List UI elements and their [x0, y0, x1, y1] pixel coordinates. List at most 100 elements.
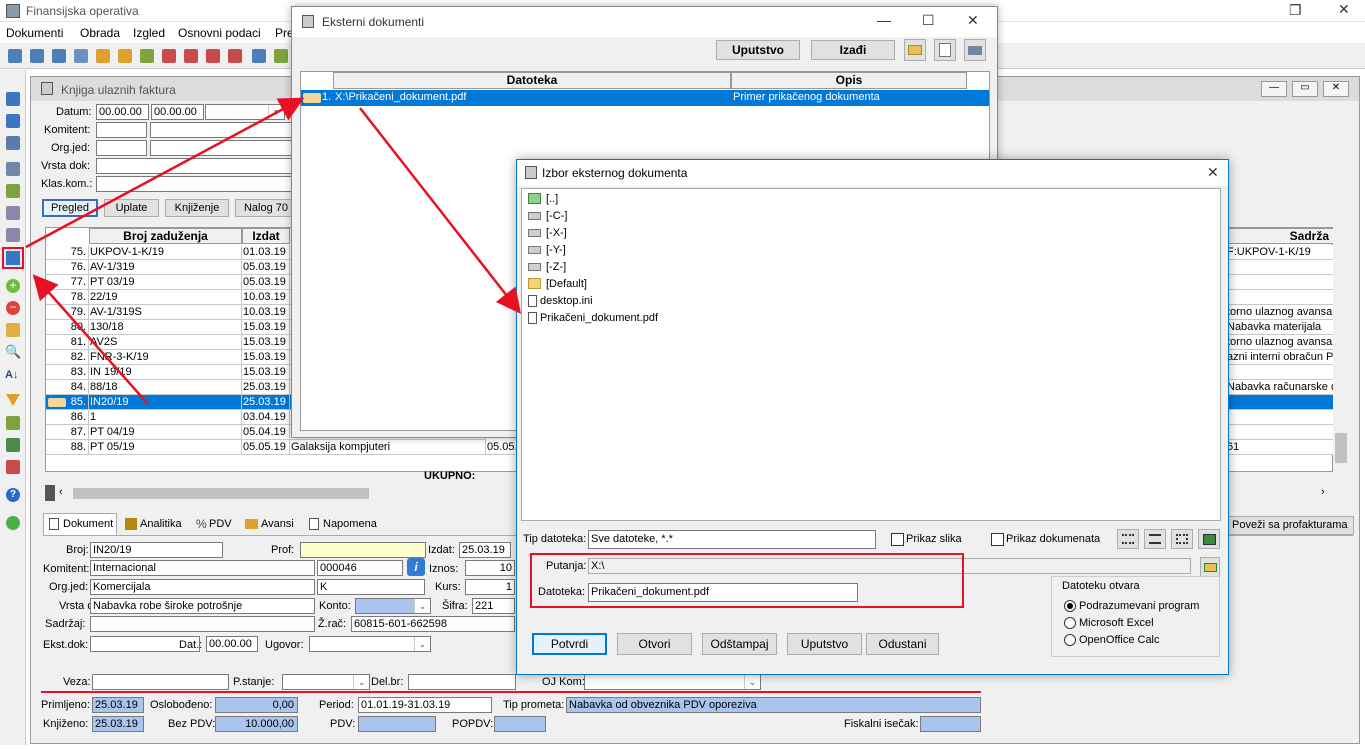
ojkom-field[interactable]: ⌄: [584, 674, 761, 690]
open-folder-button[interactable]: [904, 39, 926, 61]
tab-nalog70[interactable]: Nalog 70: [235, 199, 297, 217]
grid-icon[interactable]: [6, 438, 20, 452]
toolbar-icon-6[interactable]: [118, 49, 132, 63]
save-as-icon[interactable]: [6, 114, 20, 128]
toolbar-icon-1[interactable]: [8, 49, 22, 63]
table-icon[interactable]: [6, 136, 20, 150]
vrsta-field[interactable]: Nabavka robe široke potrošnje: [90, 598, 315, 614]
col-datoteka[interactable]: Datoteka: [333, 72, 731, 89]
tools-icon[interactable]: [6, 206, 20, 220]
menu-osnovni-podaci[interactable]: Osnovni podaci: [178, 26, 261, 40]
help-icon[interactable]: ?: [6, 488, 20, 502]
maximize-icon[interactable]: ☐: [922, 12, 935, 29]
datum-from-field[interactable]: 00.00.00: [96, 104, 149, 120]
menu-izgled[interactable]: Izgled: [133, 26, 165, 40]
toolbar-icon-8[interactable]: [162, 49, 176, 63]
report-icon[interactable]: [6, 460, 20, 474]
konto-field[interactable]: ⌄: [355, 598, 431, 614]
close-icon[interactable]: ✕: [1338, 1, 1350, 18]
list-item[interactable]: [-C-]: [526, 208, 826, 224]
list-item[interactable]: [..]: [526, 191, 826, 207]
save-icon[interactable]: [6, 92, 20, 106]
list-item[interactable]: [-Y-]: [526, 242, 826, 258]
tab-napomena[interactable]: Napomena: [307, 517, 379, 533]
povezi-button[interactable]: Poveži sa profakturama: [1214, 516, 1354, 535]
iznos-field[interactable]: 10: [465, 560, 515, 576]
broj-field[interactable]: IN20/19: [90, 542, 223, 558]
vscroll-thumb[interactable]: [1335, 433, 1347, 463]
tab-pdv[interactable]: % PDV: [194, 517, 242, 533]
otvori-button[interactable]: Otvori: [617, 633, 692, 655]
odstampaj-button[interactable]: Odštampaj: [702, 633, 777, 655]
eksterni-row[interactable]: 1. X:\Prikačeni_dokument.pdf Primer prik…: [301, 90, 989, 106]
minimize-icon[interactable]: —: [877, 12, 891, 28]
print-button[interactable]: [964, 39, 986, 61]
klas-filter-field[interactable]: [96, 176, 292, 192]
delete-icon[interactable]: −: [6, 301, 20, 315]
close-icon[interactable]: ✕: [1207, 164, 1219, 181]
kurs-field[interactable]: 1: [465, 579, 515, 595]
tab-knjizenje[interactable]: Knjiženje: [165, 199, 229, 217]
grid-col-broj[interactable]: Broj zaduženja: [89, 228, 242, 244]
zrac-field[interactable]: 60815-601-662598: [351, 616, 515, 632]
prikaz-slika-checkbox[interactable]: [891, 533, 904, 546]
vrsta-filter-field[interactable]: [96, 158, 292, 174]
info-icon[interactable]: i: [407, 558, 425, 576]
ugovor-field[interactable]: ⌄: [309, 636, 431, 652]
toolbar-icon-12[interactable]: [252, 49, 266, 63]
period-field[interactable]: 01.01.19-31.03.19: [358, 697, 492, 713]
toolbar-icon-13[interactable]: [274, 49, 288, 63]
pstanje-field[interactable]: ⌄: [282, 674, 370, 690]
orgjed-filter-name[interactable]: [150, 140, 292, 156]
odustani-button[interactable]: Odustani: [866, 633, 939, 655]
maximize-button[interactable]: ▭: [1292, 81, 1318, 97]
datum-to-field[interactable]: 00.00.00: [151, 104, 204, 120]
sadrzaj-field[interactable]: [90, 616, 315, 632]
edit-doc-button[interactable]: [934, 39, 956, 61]
datum-combo[interactable]: ▾: [205, 104, 285, 120]
tab-analitika[interactable]: Analitika: [123, 517, 189, 533]
tab-pregled[interactable]: Pregled: [42, 199, 98, 217]
toolbar-icon-7[interactable]: [140, 49, 154, 63]
export-icon[interactable]: [6, 184, 20, 198]
orgjed-code-field[interactable]: K: [317, 579, 425, 595]
print-icon[interactable]: [6, 162, 20, 176]
hscroll-left-icon[interactable]: ‹: [59, 486, 63, 498]
toolbar-icon-2[interactable]: [30, 49, 44, 63]
exit-icon[interactable]: [6, 516, 20, 530]
toolbar-icon-5[interactable]: [96, 49, 110, 63]
uputstvo-button[interactable]: Uputstvo: [716, 40, 800, 60]
attach-icon[interactable]: [6, 228, 20, 242]
expand-icon[interactable]: [6, 416, 20, 430]
komitent-filter-name[interactable]: [150, 122, 292, 138]
tab-avansi[interactable]: Avansi: [243, 517, 303, 533]
radio-excel[interactable]: [1064, 617, 1076, 629]
view-details-button[interactable]: [1144, 529, 1166, 549]
edit-icon[interactable]: [6, 323, 20, 337]
tab-uplate[interactable]: Uplate: [104, 199, 159, 217]
list-item[interactable]: Prikačeni_dokument.pdf: [526, 310, 826, 326]
radio-calc[interactable]: [1064, 634, 1076, 646]
uputstvo-dialog-button[interactable]: Uputstvo: [787, 633, 862, 655]
external-docs-button[interactable]: [2, 247, 24, 269]
putanja-folder-button[interactable]: [1200, 557, 1220, 577]
grid-vscrollbar[interactable]: [1333, 227, 1349, 467]
menu-obrada[interactable]: Obrada: [80, 26, 120, 40]
izdat-field[interactable]: 25.03.19: [459, 542, 511, 558]
prof-field[interactable]: [300, 542, 426, 558]
toolbar-icon-9[interactable]: [184, 49, 198, 63]
close-button[interactable]: ✕: [1323, 81, 1349, 97]
menu-dokumenti[interactable]: Dokumenti: [6, 26, 63, 40]
orgjed-filter-code[interactable]: [96, 140, 147, 156]
hscroll-right-icon[interactable]: ›: [1321, 486, 1325, 498]
list-item[interactable]: [Default]: [526, 276, 826, 292]
hscroll-thumb[interactable]: [73, 488, 369, 499]
minimize-button[interactable]: —: [1261, 81, 1287, 97]
sort-icon[interactable]: A↓: [5, 369, 18, 381]
orgjed-field[interactable]: Komercijala: [90, 579, 315, 595]
restore-icon[interactable]: ❐: [1289, 2, 1302, 19]
komitent-filter-code[interactable]: [96, 122, 147, 138]
view-thumbnails-button[interactable]: [1198, 529, 1220, 549]
veza-field[interactable]: [92, 674, 229, 690]
col-opis[interactable]: Opis: [731, 72, 967, 89]
